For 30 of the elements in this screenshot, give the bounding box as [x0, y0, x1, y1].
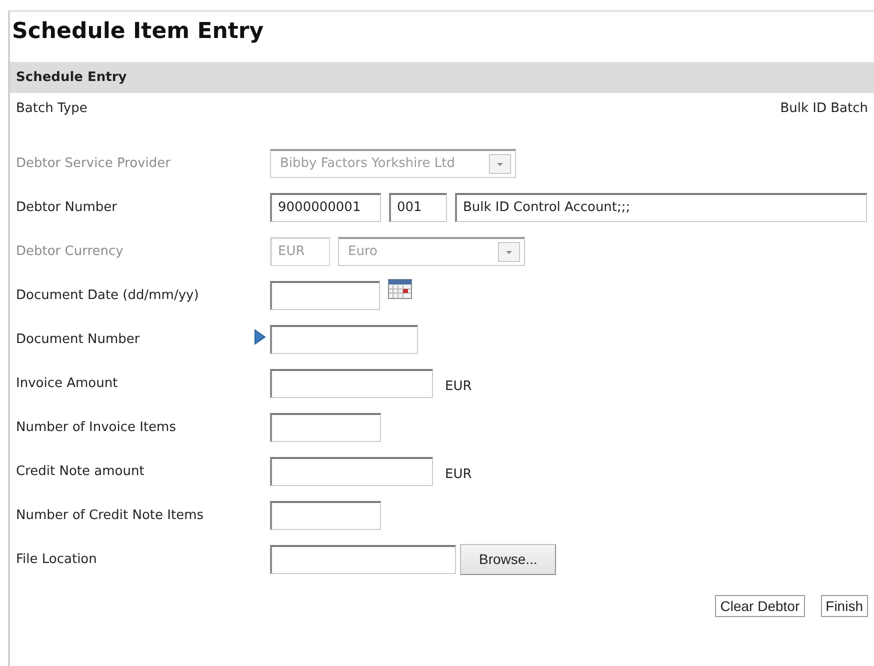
calendar-icon[interactable]: [388, 278, 412, 298]
input-field[interactable]: Bulk ID Control Account;;;: [455, 192, 867, 222]
field-value: Bulk ID Batch: [780, 101, 868, 118]
input-field[interactable]: 9000000001: [270, 192, 381, 222]
field-label: Batch Type: [16, 101, 88, 118]
field-label: Invoice Amount: [16, 376, 119, 390]
action-button[interactable]: Clear Debtor: [715, 595, 805, 617]
browse-button[interactable]: Browse...: [460, 544, 556, 574]
input-field[interactable]: [270, 324, 418, 354]
currency-label: EUR: [445, 466, 472, 482]
input-field[interactable]: [270, 280, 380, 310]
field-label: File Location: [16, 552, 98, 566]
input-field[interactable]: [270, 544, 456, 574]
currency-label: EUR: [445, 378, 472, 394]
input-field[interactable]: [270, 456, 433, 486]
field-label: Credit Note amount: [16, 464, 146, 478]
field-label: Debtor Service Provider: [16, 156, 172, 170]
field-label: Number of Credit Note Items: [16, 508, 205, 522]
page-title: Schedule Item Entry: [11, 18, 265, 46]
section-title: Schedule Entry: [16, 70, 127, 85]
input-field[interactable]: [270, 412, 381, 442]
input-field[interactable]: [270, 500, 381, 530]
field-label: Number of Invoice Items: [16, 420, 177, 434]
input-field[interactable]: 001: [389, 192, 447, 222]
field-label: Debtor Currency: [16, 244, 124, 258]
field-label: Debtor Number: [16, 200, 118, 214]
input-field[interactable]: [270, 368, 433, 398]
action-button[interactable]: Finish: [820, 595, 868, 617]
field-label: Document Number: [16, 332, 141, 346]
field-label: Document Date (dd/mm/yy): [16, 288, 200, 302]
